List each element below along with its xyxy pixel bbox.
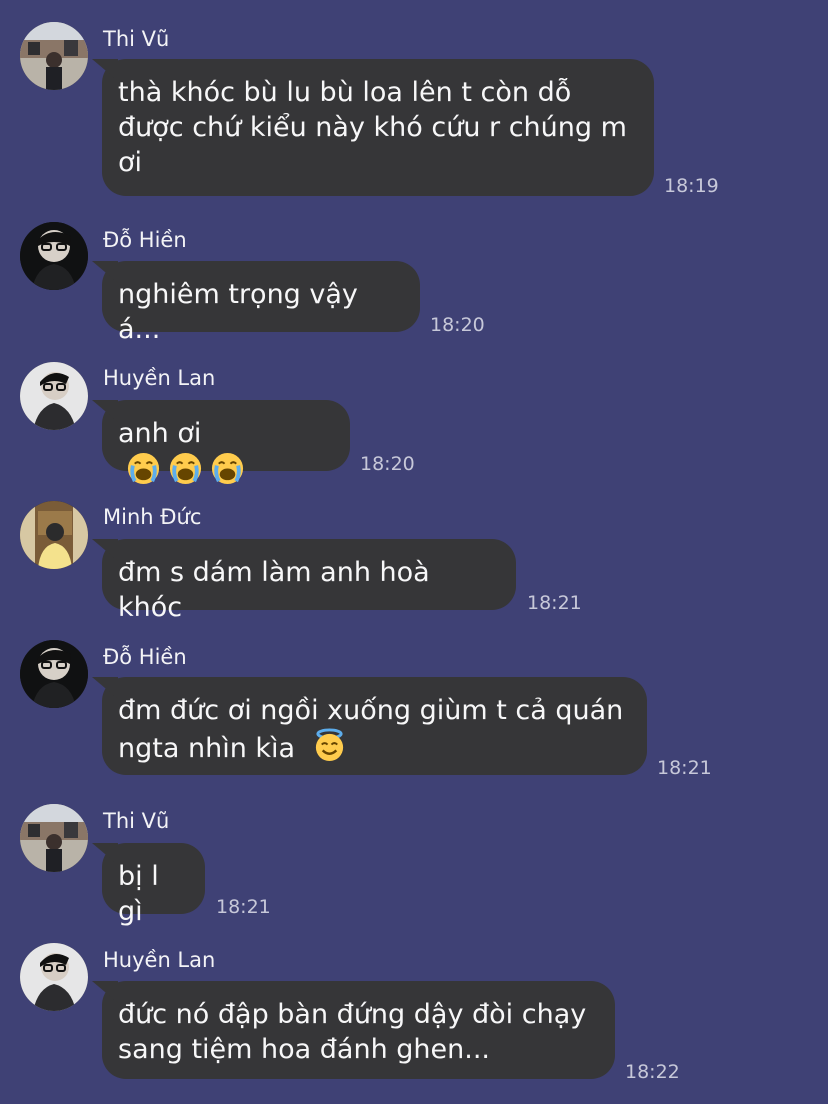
sender-name: Huyền Lan — [103, 948, 216, 972]
message-timestamp: 18:22 — [625, 1061, 680, 1083]
chat-thread: Thi Vũ thà khóc bù lu bù loa lên t còn d… — [0, 0, 828, 1104]
avatar-huyen-lan-image — [20, 943, 88, 1011]
sender-avatar[interactable] — [20, 943, 88, 1011]
message-text: đức nó đập bàn đứng dậy đòi chạy sang ti… — [118, 999, 587, 1065]
message-bubble[interactable]: đức nó đập bàn đứng dậy đòi chạy sang ti… — [102, 981, 615, 1079]
message-row: Huyền Lan đức nó đập bàn đứng dậy đòi ch… — [0, 0, 828, 1104]
